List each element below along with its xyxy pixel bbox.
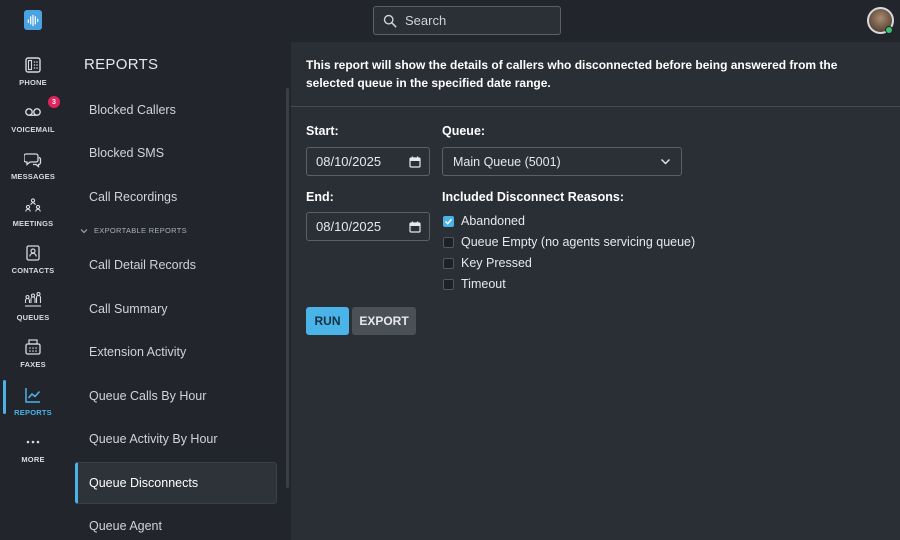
queues-icon xyxy=(24,291,42,307)
report-item-call-summary[interactable]: Call Summary xyxy=(75,288,277,330)
reason-label: Timeout xyxy=(461,277,506,291)
rail-label-faxes: FAXES xyxy=(20,359,46,369)
run-button[interactable]: RUN xyxy=(306,307,349,335)
report-item-queue-agent[interactable]: Queue Agent xyxy=(75,505,277,540)
calendar-icon[interactable] xyxy=(409,221,421,233)
top-bar xyxy=(0,0,900,42)
rail-label-phone: PHONE xyxy=(19,77,47,87)
start-date-input[interactable]: 08/10/2025 xyxy=(306,147,430,176)
rail-item-contacts[interactable]: CONTACTS xyxy=(0,236,66,282)
rail-item-faxes[interactable]: FAXES xyxy=(0,330,66,376)
reports-icon xyxy=(25,387,41,403)
export-button[interactable]: EXPORT xyxy=(352,307,416,335)
end-label: End: xyxy=(306,190,334,204)
fax-icon xyxy=(25,338,41,355)
app-logo[interactable] xyxy=(24,10,42,30)
phone-icon xyxy=(25,56,41,73)
contacts-icon xyxy=(26,244,40,261)
reason-queue-empty-checkbox[interactable]: Queue Empty (no agents servicing queue) xyxy=(443,235,695,249)
reason-key-pressed-checkbox[interactable]: Key Pressed xyxy=(443,256,532,270)
reason-abandoned-checkbox[interactable]: Abandoned xyxy=(443,214,525,228)
report-panel: This report will show the details of cal… xyxy=(291,42,900,540)
report-item-call-recordings[interactable]: Call Recordings xyxy=(75,176,277,218)
start-label: Start: xyxy=(306,124,339,138)
search-icon xyxy=(383,14,397,27)
queue-select[interactable]: Main Queue (5001) xyxy=(442,147,682,176)
checkbox[interactable] xyxy=(443,278,454,290)
presence-indicator xyxy=(885,26,893,34)
chevron-down-icon xyxy=(661,159,670,165)
rail-label-messages: MESSAGES xyxy=(10,171,56,181)
end-date-input[interactable]: 08/10/2025 xyxy=(306,212,430,241)
report-item-call-detail-records[interactable]: Call Detail Records xyxy=(75,244,277,286)
rail-label-contacts: CONTACTS xyxy=(11,265,55,275)
section-label: EXPORTABLE REPORTS xyxy=(94,226,187,235)
start-date-value: 08/10/2025 xyxy=(316,154,382,169)
voicemail-badge: 3 xyxy=(48,96,60,108)
rail-label-more: MORE xyxy=(21,454,45,464)
checkmark-icon xyxy=(444,218,453,225)
sidebar-scrollbar[interactable] xyxy=(286,88,289,488)
report-item-extension-activity[interactable]: Extension Activity xyxy=(75,331,277,373)
queue-label: Queue: xyxy=(442,124,486,138)
calendar-icon[interactable] xyxy=(409,156,421,168)
rail-item-reports[interactable]: REPORTS xyxy=(0,378,66,424)
reports-title: REPORTS xyxy=(84,56,159,73)
report-item-blocked-sms[interactable]: Blocked SMS xyxy=(75,132,277,174)
meetings-icon xyxy=(25,197,41,212)
report-item-queue-calls-by-hour[interactable]: Queue Calls By Hour xyxy=(75,375,277,417)
rail-item-voicemail[interactable]: VOICEMAIL 3 xyxy=(0,95,66,141)
rail-label-queues: QUEUES xyxy=(16,312,50,322)
queue-select-value: Main Queue (5001) xyxy=(453,154,561,169)
reason-label: Key Pressed xyxy=(461,256,532,270)
rail-label-voicemail: VOICEMAIL xyxy=(11,124,55,134)
rail-item-messages[interactable]: MESSAGES xyxy=(0,142,66,188)
rail-item-more[interactable]: MORE xyxy=(0,425,66,471)
report-item-blocked-callers[interactable]: Blocked Callers xyxy=(75,89,277,131)
disconnect-reasons-label: Included Disconnect Reasons: xyxy=(442,190,624,204)
rail-item-meetings[interactable]: MEETINGS xyxy=(0,189,66,235)
rail-item-phone[interactable]: PHONE xyxy=(0,48,66,94)
checkbox[interactable] xyxy=(443,257,454,269)
divider xyxy=(291,106,900,107)
end-date-value: 08/10/2025 xyxy=(316,219,382,234)
report-description: This report will show the details of cal… xyxy=(306,58,838,90)
report-item-queue-disconnects[interactable]: Queue Disconnects xyxy=(75,462,277,504)
chevron-down-icon xyxy=(80,228,88,233)
rail-item-queues[interactable]: QUEUES xyxy=(0,283,66,329)
voicemail-icon xyxy=(25,107,41,116)
app-rail: PHONE VOICEMAIL 3 MESSAGES MEETINGS CONT… xyxy=(0,0,66,540)
more-icon xyxy=(26,440,40,443)
messages-icon xyxy=(24,152,42,168)
checkbox[interactable] xyxy=(443,236,454,248)
search-box[interactable] xyxy=(373,6,561,35)
reports-sidebar: REPORTS Blocked Callers Blocked SMS Call… xyxy=(66,42,291,540)
reason-label: Abandoned xyxy=(461,214,525,228)
checkbox-checked[interactable] xyxy=(443,215,454,227)
rail-label-reports: REPORTS xyxy=(14,407,52,417)
exportable-reports-section[interactable]: EXPORTABLE REPORTS xyxy=(80,226,187,235)
report-item-queue-activity-by-hour[interactable]: Queue Activity By Hour xyxy=(75,418,277,460)
reason-timeout-checkbox[interactable]: Timeout xyxy=(443,277,506,291)
reason-label: Queue Empty (no agents servicing queue) xyxy=(461,235,696,249)
search-input[interactable] xyxy=(405,13,545,28)
rail-label-meetings: MEETINGS xyxy=(12,218,54,228)
logo-icon xyxy=(27,14,39,27)
